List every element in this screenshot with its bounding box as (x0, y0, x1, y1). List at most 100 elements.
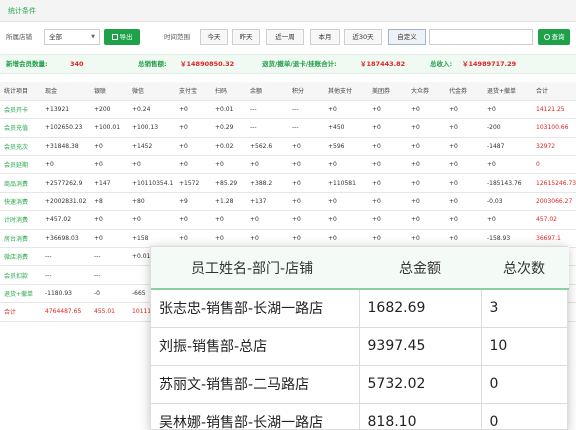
table-cell: --- (41, 247, 90, 267)
table-cell: +0 (407, 100, 445, 120)
row-label[interactable]: 会员充次 (0, 137, 41, 157)
table-cell: +9 (175, 192, 211, 212)
row-label[interactable]: 房台消费 (0, 229, 41, 249)
table-cell: -0.03 (483, 192, 532, 212)
yesterday-button[interactable]: 昨天 (232, 29, 260, 45)
stats-col-header: 扫码 (211, 82, 246, 101)
employee-row: 张志忠-销售部-长湖一路店 1682.69 3 (151, 289, 569, 328)
employee-col-amount: 总金额 (359, 247, 481, 290)
table-row: 计时消费 +457.02 +0 +0 +0 +0 +0 +0 +0 +0 +0 +0 +0 457.02 (0, 210, 576, 230)
row-label[interactable]: 退货+撤单 (0, 284, 41, 304)
table-cell: 103100.66 (532, 118, 576, 138)
table-cell: +0 (483, 100, 532, 120)
table-cell: +0 (90, 210, 128, 230)
refund-value: ￥187443.82 (360, 60, 406, 68)
row-label[interactable]: 会员充值 (0, 118, 41, 138)
store-select[interactable]: 全部 ▼ (44, 29, 100, 45)
employee-count-cell: 3 (481, 289, 569, 328)
employee-count-cell: 0 (481, 365, 569, 404)
table-cell: 14121.25 (532, 100, 576, 120)
table-cell: +0 (368, 229, 407, 249)
table-cell: +100.01 (90, 118, 128, 138)
total-income-label: 总收入: (430, 60, 453, 68)
table-cell: +596 (324, 137, 368, 157)
table-cell: --- (246, 100, 288, 120)
last-30-days-button[interactable]: 近30天 (344, 29, 382, 45)
table-cell: +0 (324, 155, 368, 175)
stats-col-header: 合计 (532, 82, 576, 101)
export-icon (111, 34, 118, 40)
stats-col-header: 其他支付 (324, 82, 368, 101)
employee-name-cell: 苏丽文-销售部-二马路店 (151, 365, 360, 404)
table-cell: +457.02 (41, 210, 90, 230)
table-cell: --- (90, 265, 128, 285)
table-cell: +0 (324, 210, 368, 230)
table-cell: --- (288, 100, 324, 120)
search-icon (543, 34, 550, 40)
table-cell: +0 (288, 229, 324, 249)
table-cell: +1452 (128, 137, 175, 157)
this-month-button[interactable]: 本月 (310, 29, 340, 45)
table-cell: +0 (445, 118, 483, 138)
table-cell: +0 (368, 210, 407, 230)
table-cell: +0 (246, 155, 288, 175)
employee-popup: 员工姓名-部门-店铺 总金额 总次数 张志忠-销售部-长湖一路店 1682.69 3… (150, 246, 569, 430)
row-label[interactable]: 快速消费 (0, 192, 41, 212)
employee-row: 吴林娜-销售部-长湖一路店 818.10 0 (151, 403, 569, 430)
table-cell: +0 (368, 137, 407, 157)
date-range-input[interactable] (429, 29, 533, 45)
last-week-button[interactable]: 近一周 (266, 29, 304, 45)
employee-name-cell: 吴林娜-销售部-长湖一路店 (151, 403, 360, 430)
table-cell: +0.02 (211, 137, 246, 157)
table-cell: +0 (483, 155, 532, 175)
row-label[interactable]: 会员开卡 (0, 100, 41, 120)
table-cell: +85.29 (211, 173, 246, 193)
stats-col-header: 微信 (128, 82, 175, 101)
table-row: 会员开卡 +13921 +200 +0.24 +0 +0.01 --- --- +0 +0 +0 +0… (0, 100, 576, 120)
custom-button[interactable]: 自定义 (388, 29, 426, 45)
row-label[interactable]: 会员扣款 (0, 265, 41, 285)
table-cell: +0 (90, 229, 128, 249)
stats-col-header: 美团券 (368, 82, 407, 101)
table-cell: +0 (288, 210, 324, 230)
row-label: 合计 (0, 302, 41, 322)
table-row: 房台消费 +36698.03 +0 +158 +0 +0 +0 +0 +0 +0 +0 +0 -158.… (0, 229, 576, 249)
table-cell: +0 (211, 210, 246, 230)
employee-header-row: 员工姓名-部门-店铺 总金额 总次数 (151, 247, 569, 290)
table-cell: +0 (407, 229, 445, 249)
table-cell: +80 (128, 192, 175, 212)
table-cell: +0 (288, 173, 324, 193)
table-cell: +0 (445, 229, 483, 249)
table-cell: -158.93 (483, 229, 532, 249)
table-cell: +0 (90, 137, 128, 157)
table-cell: +0 (368, 100, 407, 120)
employee-name-cell: 刘振-销售部-总店 (151, 327, 360, 366)
row-label[interactable]: 会员延期 (0, 155, 41, 175)
query-button[interactable]: 查询 (538, 29, 570, 45)
table-cell: --- (246, 118, 288, 138)
table-cell: +0 (128, 210, 175, 230)
table-cell: +0 (128, 155, 175, 175)
table-cell: +137 (246, 192, 288, 212)
table-cell: +0 (368, 192, 407, 212)
table-cell: +0 (175, 118, 211, 138)
new-members-label: 新增会员数量: (6, 60, 48, 68)
row-label[interactable]: 计时消费 (0, 210, 41, 230)
table-cell: --- (90, 247, 128, 267)
employee-col-name: 员工姓名-部门-店铺 (151, 247, 359, 290)
stats-col-header: 积分 (288, 82, 324, 101)
table-cell: +0 (175, 100, 211, 120)
export-button[interactable]: 导出 (104, 29, 140, 45)
table-cell: +200 (90, 100, 128, 120)
row-label[interactable]: 商品消费 (0, 173, 41, 193)
table-cell: +0 (246, 210, 288, 230)
table-cell: +110581 (324, 173, 368, 193)
table-cell: +450 (324, 118, 368, 138)
table-cell: +0.24 (128, 100, 175, 120)
table-cell: --- (41, 265, 90, 285)
stats-col-header: 余额 (246, 82, 288, 101)
row-label[interactable]: 微店消费 (0, 247, 41, 267)
table-cell: +0.01 (211, 100, 246, 120)
today-button[interactable]: 今天 (200, 29, 228, 45)
table-cell: +0 (211, 229, 246, 249)
